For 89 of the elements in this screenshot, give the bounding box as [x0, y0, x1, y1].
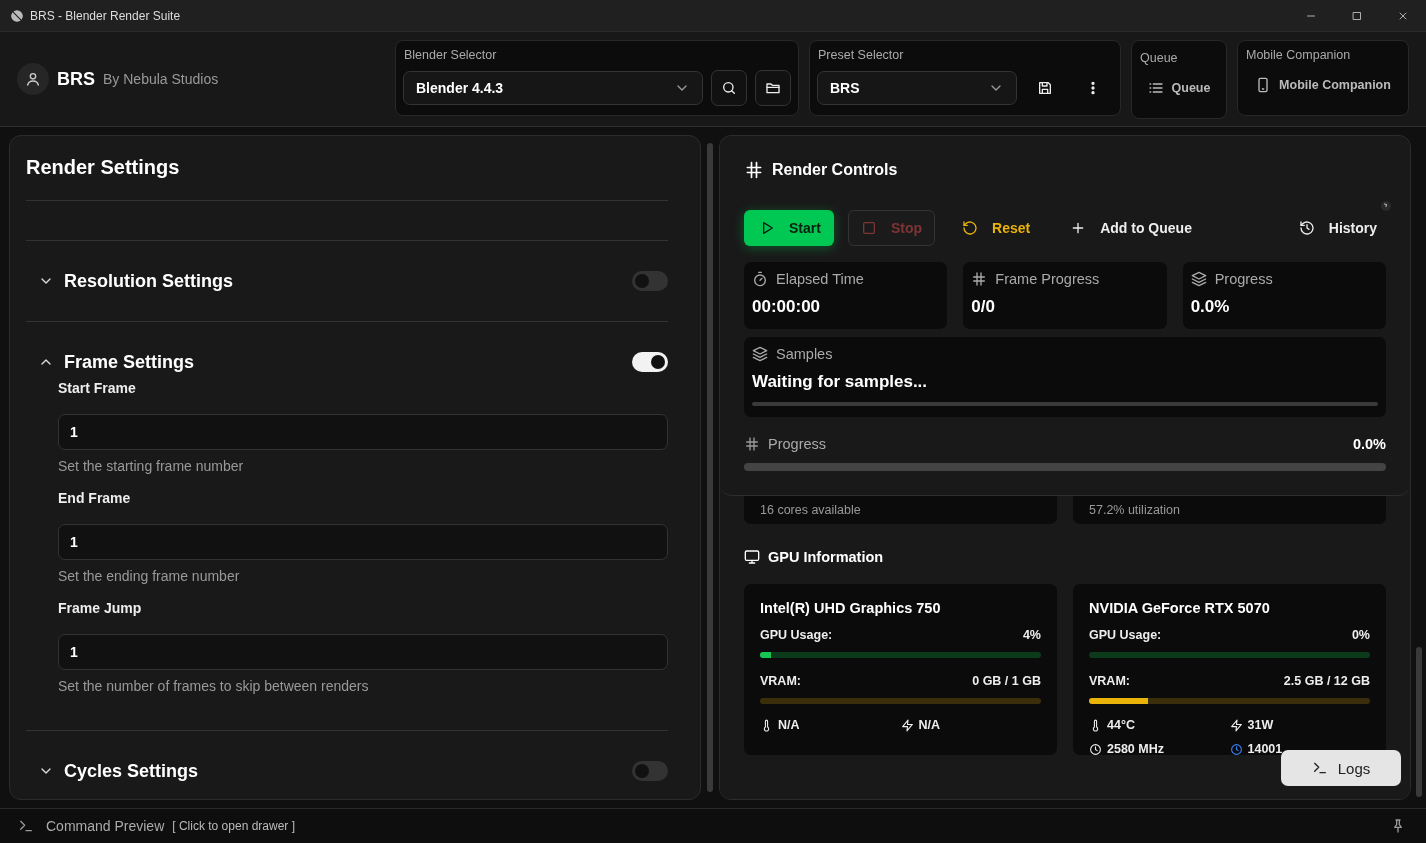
reset-icon	[962, 220, 978, 236]
metric-label: GPU Usage:	[1089, 628, 1162, 642]
card-title: Render Controls	[772, 161, 898, 179]
metric-value: 2.5 GB / 12 GB	[1283, 674, 1370, 688]
section-title[interactable]: Cycles Settings	[64, 760, 622, 782]
card-label: Queue	[1139, 50, 1179, 65]
stat-value: N/A	[918, 718, 941, 732]
help-text: Set the number of frames to skip between renders	[58, 678, 370, 696]
save-icon	[1037, 79, 1053, 96]
notification-badge-icon	[1380, 200, 1392, 212]
stat-label: Progress	[1214, 271, 1273, 287]
metric-label: VRAM:	[760, 674, 801, 688]
field-label: Start Frame	[58, 380, 137, 398]
app-name: BRS	[57, 68, 95, 90]
section-title[interactable]: Resolution Settings	[64, 270, 622, 292]
stat-value: 44°C	[1107, 718, 1135, 732]
field-label: Frame Jump	[58, 600, 143, 618]
preset-dropdown[interactable]: BRS	[817, 70, 1017, 105]
search-button[interactable]	[711, 69, 747, 106]
scrollbar[interactable]	[707, 143, 713, 792]
card-text: 57.2% utilization	[1089, 503, 1181, 517]
gpu-name: NVIDIA GeForce RTX 5070	[1089, 600, 1271, 616]
app-subtitle: By Nebula Studios	[103, 71, 219, 87]
panel-title: Render Settings	[26, 155, 181, 180]
input-field[interactable]: 1	[58, 414, 668, 450]
gpu-name: Intel(R) UHD Graphics 750	[760, 600, 942, 616]
samples-status: Waiting for samples...	[752, 372, 929, 392]
frame-icon	[744, 436, 760, 452]
queue-button[interactable]: Queue	[1139, 72, 1219, 103]
stat-label: Samples	[776, 346, 833, 362]
input-field[interactable]: 1	[58, 524, 668, 560]
toggle-switch[interactable]	[632, 352, 668, 372]
square-icon	[860, 220, 877, 236]
help-text: Set the starting frame number	[58, 458, 245, 476]
search-icon	[721, 79, 737, 96]
timer-icon	[752, 271, 768, 287]
card-label: Preset Selector	[817, 47, 905, 62]
section-title: GPU Information	[768, 549, 884, 565]
mobile-companion-button[interactable]: Mobile Companion	[1245, 69, 1401, 100]
card-label: Blender Selector	[403, 47, 498, 62]
stat-label: Frame Progress	[995, 271, 1100, 287]
frame-icon	[744, 160, 764, 180]
input-field[interactable]: 1	[58, 634, 668, 670]
logs-button[interactable]: Logs	[1281, 750, 1401, 786]
card-label: Mobile Companion	[1245, 47, 1352, 62]
section-title[interactable]: Frame Settings	[64, 351, 622, 373]
field-label: End Frame	[58, 490, 132, 508]
user-avatar[interactable]	[17, 63, 49, 95]
metric-value: 4%	[1022, 628, 1041, 642]
user-icon	[25, 71, 41, 87]
stat-value: 00:00:00	[752, 297, 822, 317]
reset-button[interactable]: Reset	[949, 210, 1044, 246]
clock-icon	[1229, 742, 1243, 756]
layers-icon	[752, 346, 768, 362]
history-button[interactable]: History	[1285, 210, 1386, 246]
metric-value: 0%	[1351, 628, 1370, 642]
terminal-icon	[18, 818, 34, 834]
layers-icon	[1190, 271, 1207, 287]
stat-value: 14001	[1247, 742, 1283, 756]
stat-value: N/A	[778, 718, 800, 732]
toggle-switch[interactable]	[632, 271, 668, 291]
monitor-icon	[744, 549, 760, 565]
stat-value: 0/0	[971, 297, 996, 317]
progress-label: Progress	[768, 436, 827, 452]
scrollbar[interactable]	[1416, 647, 1422, 797]
progress-value: 0.0%	[1352, 436, 1386, 452]
add-to-queue-button[interactable]: Add to Queue	[1057, 210, 1205, 246]
clock-icon	[1089, 742, 1102, 756]
metric-label: GPU Usage:	[760, 628, 833, 642]
stat-value: 2580 MHz	[1107, 742, 1164, 756]
metric-label: VRAM:	[1089, 674, 1130, 688]
card-text: 16 cores available	[760, 503, 861, 517]
history-icon	[1298, 220, 1315, 236]
help-text: Set the ending frame number	[58, 568, 241, 586]
toggle-switch[interactable]	[632, 761, 668, 781]
maximize-icon	[1351, 9, 1363, 22]
frame-icon	[971, 271, 988, 287]
start-button[interactable]: Start	[744, 210, 834, 246]
stat-label: Elapsed Time	[776, 271, 864, 287]
version-dropdown[interactable]: Blender 4.4.3	[403, 70, 703, 105]
app-logo-icon	[10, 8, 24, 23]
folder-button[interactable]	[755, 69, 791, 106]
window-title: BRS - Blender Render Suite	[30, 8, 181, 23]
lightning-icon	[900, 718, 914, 732]
stat-value: 31W	[1247, 718, 1274, 732]
metric-value: 0 GB / 1 GB	[972, 674, 1041, 688]
terminal-icon	[1311, 760, 1328, 776]
stat-value: 0.0%	[1190, 297, 1231, 317]
lightning-icon	[1229, 718, 1243, 732]
